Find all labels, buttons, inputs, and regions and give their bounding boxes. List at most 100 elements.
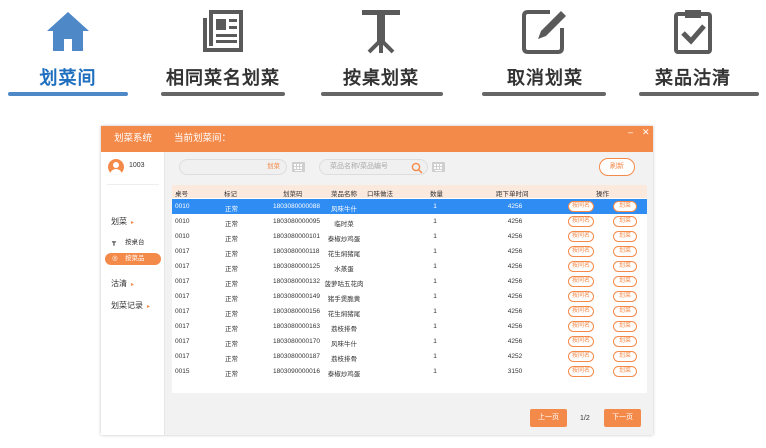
cell-dish: 花生焖猪尾 [327,311,361,318]
huacai-submit-button[interactable]: 划菜 [267,160,280,174]
app-window: 划菜系统 当前划菜间： – ✕ 1003 划菜 ▸ ┳ 按桌台 ◎ 按菜品 沽清 ▸… [101,126,653,435]
table-row[interactable]: 0017 正常 1803080000156 花生焖猪尾 1 4256 按同名 划菜 [172,304,647,319]
cell-time: 4252 [507,353,523,360]
mark-huacai-button[interactable]: 划菜 [613,231,637,242]
cell-time: 4256 [507,233,523,240]
dish-search-input[interactable]: 菜品名称/菜品编号 [319,159,428,175]
menu-guqing[interactable]: 沽清 ▸ [111,278,134,289]
same-name-button[interactable]: 按同名 [568,276,594,287]
submenu-by-dish[interactable]: ◎ 按菜品 [105,253,161,265]
cell-qty: 1 [433,323,437,330]
same-name-button[interactable]: 按同名 [568,291,594,302]
same-name-button[interactable]: 按同名 [568,336,594,347]
same-name-button[interactable]: 按同名 [568,261,594,272]
cell-mark: 正常 [225,356,238,363]
submenu-label: 按桌台 [125,239,145,246]
same-name-button[interactable]: 按同名 [568,306,594,317]
table-row[interactable]: 0010 正常 1803080000088 风味牛什 1 4256 按同名 划菜 [172,199,647,214]
table-icon: ┳ [112,239,116,246]
mark-huacai-button[interactable]: 划菜 [613,366,637,377]
menu-huacai[interactable]: 划菜 ▸ [111,216,134,227]
table-row[interactable]: 0017 正常 1803080000118 花生焖猪尾 1 4256 按同名 划菜 [172,244,647,259]
same-name-button[interactable]: 按同名 [568,231,594,242]
cell-time: 4256 [507,263,523,270]
minimize-button[interactable]: – [628,127,633,137]
menu-records[interactable]: 划菜记录 ▸ [111,300,150,311]
tab-label: 划菜间 [39,68,97,88]
tab-cancel-huacai[interactable]: 取消划菜 [480,0,610,100]
cell-time: 4256 [507,218,523,225]
cell-table: 0017 [175,293,190,300]
tab-label: 取消划菜 [507,68,583,88]
cell-table: 0010 [175,203,190,210]
table-row[interactable]: 0015 正常 1803090000016 泰椒炒鸡蛋 1 3150 按同名 划菜 [172,364,647,379]
mark-huacai-button[interactable]: 划菜 [613,291,637,302]
cell-mark: 正常 [225,251,238,258]
huacai-code-input[interactable]: 划菜 [179,159,287,175]
same-name-button[interactable]: 按同名 [568,246,594,257]
tab-underline [482,92,606,96]
prev-page-button[interactable]: 上一页 [530,409,567,427]
same-name-button[interactable]: 按同名 [568,321,594,332]
mark-huacai-button[interactable]: 划菜 [613,201,637,212]
next-page-button[interactable]: 下一页 [604,409,641,427]
cell-table: 0017 [175,248,190,255]
same-name-button[interactable]: 按同名 [568,366,594,377]
mark-huacai-button[interactable]: 划菜 [613,306,637,317]
tab-same-dish[interactable]: 相同菜名划菜 [158,0,288,100]
cell-mark: 正常 [225,311,238,318]
cell-dish: 风味牛什 [331,341,357,348]
tab-label: 相同菜名划菜 [166,68,280,88]
cell-table: 0017 [175,308,190,315]
cell-qty: 1 [433,278,437,285]
user-info: 1003 [108,159,164,175]
mark-huacai-button[interactable]: 划菜 [613,246,637,257]
tab-dish-soldout[interactable]: 菜品沽清 [628,0,759,100]
submenu-label: 按菜品 [125,255,145,262]
cell-qty: 1 [433,233,437,240]
search-icon[interactable] [411,162,423,174]
close-button[interactable]: ✕ [642,127,650,138]
tab-underline [161,92,285,96]
tab-by-table[interactable]: 按桌划菜 [316,0,446,100]
cell-qty: 1 [433,293,437,300]
cell-time: 4256 [507,248,523,255]
table-row[interactable]: 0017 正常 1803080000149 猪手煲脆黄 1 4256 按同名 划菜 [172,289,647,304]
cell-qty: 1 [433,338,437,345]
cell-time: 4256 [507,308,523,315]
same-name-button[interactable]: 按同名 [568,351,594,362]
column-header: 距下单时间 [496,191,529,198]
keyboard-icon[interactable] [432,162,445,172]
same-name-button[interactable]: 按同名 [568,216,594,227]
keyboard-icon[interactable] [292,162,305,172]
table-row[interactable]: 0010 正常 1803080000095 临时菜 1 4256 按同名 划菜 [172,214,647,229]
mark-huacai-button[interactable]: 划菜 [613,351,637,362]
table-row[interactable]: 0017 正常 1803080000163 荔枝排骨 1 4256 按同名 划菜 [172,319,647,334]
mark-huacai-button[interactable]: 划菜 [613,321,637,332]
mark-huacai-button[interactable]: 划菜 [613,261,637,272]
table-row[interactable]: 0017 正常 1803080000187 荔枝排骨 1 4252 按同名 划菜 [172,349,647,364]
table-row[interactable]: 0010 正常 1803080000101 泰椒炒鸡蛋 1 4256 按同名 划菜 [172,229,647,244]
table-row[interactable]: 0017 正常 1803080000132 菠萝咕五花肉 1 4256 按同名 划菜 [172,274,647,289]
cell-qty: 1 [433,203,437,210]
cell-time: 4256 [507,203,523,210]
cell-time: 4256 [507,323,523,330]
cell-mark: 正常 [225,371,238,378]
cell-qty: 1 [433,353,437,360]
menu-label: 沽清 [111,279,127,288]
refresh-button[interactable]: 刷新 [599,158,635,176]
table-icon [362,10,400,54]
column-header: 数量 [430,191,443,198]
mark-huacai-button[interactable]: 划菜 [613,336,637,347]
column-header: 操作 [596,191,609,198]
mark-huacai-button[interactable]: 划菜 [613,276,637,287]
table-row[interactable]: 0017 正常 1803080000125 水蒸蛋 1 4256 按同名 划菜 [172,259,647,274]
cell-mark: 正常 [225,296,238,303]
mark-huacai-button[interactable]: 划菜 [613,216,637,227]
edit-icon [522,10,566,54]
submenu-by-table[interactable]: ┳ 按桌台 [105,237,161,249]
cell-mark: 正常 [225,326,238,333]
tab-huacaijian[interactable]: 划菜间 [3,0,133,100]
table-row[interactable]: 0017 正常 1803080000170 风味牛什 1 4256 按同名 划菜 [172,334,647,349]
same-name-button[interactable]: 按同名 [568,201,594,212]
